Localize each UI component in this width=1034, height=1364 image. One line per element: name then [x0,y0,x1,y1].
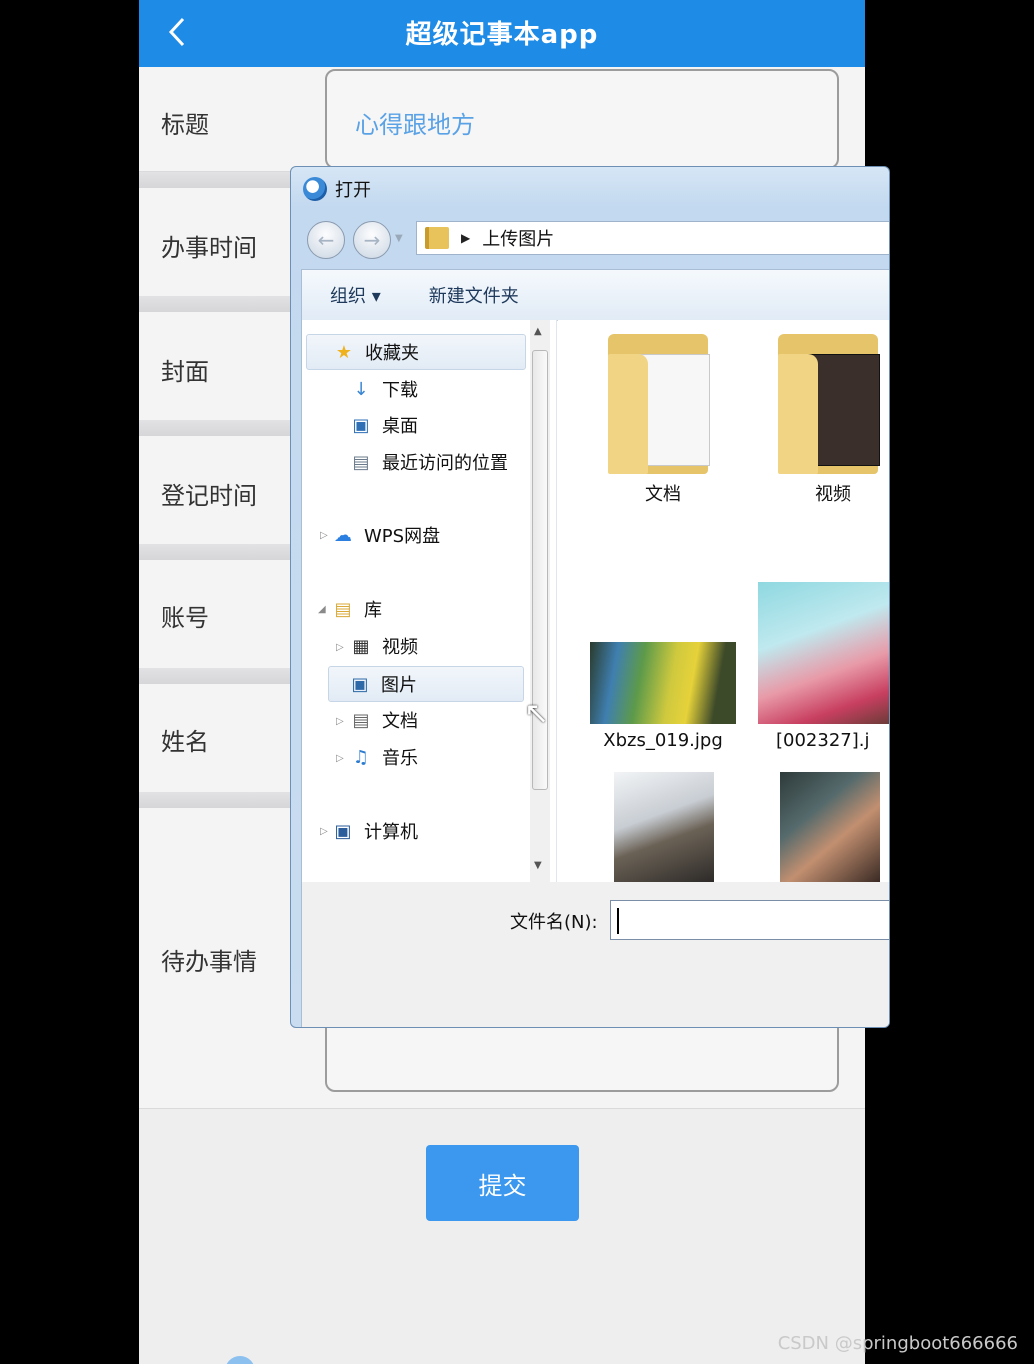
history-dropdown-icon[interactable]: ▼ [395,233,403,244]
arrow-right-icon: → [363,228,381,252]
computer-icon: ▣ [334,820,352,842]
nav-documents[interactable]: ▤ 文档 [350,703,418,737]
file-item-image[interactable]: [002327].j [758,582,889,751]
nav-library-label: 库 [364,600,382,621]
dialog-app-icon [303,177,327,201]
address-bar[interactable]: ▶ 上传图片 [416,221,889,255]
nav-wps-label: WPS网盘 [364,526,441,547]
file-item-folder[interactable]: 文档 [598,334,728,506]
breadcrumb-arrow-icon[interactable]: ▶ [461,231,470,245]
text-caret [617,908,619,934]
folder-icon [425,227,449,249]
expand-icon[interactable]: ▷ [320,530,328,541]
nav-videos[interactable]: ▦ 视频 [350,629,418,663]
filename-input[interactable] [610,900,889,940]
expand-icon[interactable]: ▷ [336,753,344,764]
title-row: 标题 心得跟地方 [139,67,865,172]
library-icon: ▤ [334,598,352,620]
nav-desktop[interactable]: ▣ 桌面 [350,408,418,442]
title-label: 标题 [161,111,209,139]
nav-videos-label: 视频 [382,637,418,658]
nav-pictures[interactable]: ▣ 图片 [328,666,524,702]
time-label: 办事时间 [161,234,257,262]
image-thumbnail [590,642,736,724]
film-icon: ▦ [352,635,370,657]
mouse-cursor-icon: ↖ [524,696,550,731]
nav-pictures-label: 图片 [381,675,417,696]
name-label: 姓名 [161,728,209,756]
dialog-content: 组织 ▾ 新建文件夹 ◢ ★ 收藏夹 ↓ 下载 ▣ 桌面 ▤ 最近访问的位置 ▷ [301,269,889,1027]
image-thumbnail [758,582,889,724]
file-list: 文档 视频 Xbzs_019.jpg [002327].j [558,320,889,882]
navigation-pane: ◢ ★ 收藏夹 ↓ 下载 ▣ 桌面 ▤ 最近访问的位置 ▷ ☁ WPS网盘 [302,320,557,882]
account-label: 账号 [161,604,209,632]
cloud-icon: ☁ [334,524,352,546]
dialog-toolbar: 组织 ▾ 新建文件夹 [302,270,889,321]
watermark: CSDN @springboot666666 [777,1333,1018,1354]
desktop-icon: ▣ [352,414,370,436]
nav-music[interactable]: ♫ 音乐 [350,740,418,774]
nav-library[interactable]: ▤ 库 [332,592,382,626]
organize-menu[interactable]: 组织 ▾ [330,282,381,308]
new-folder-button[interactable]: 新建文件夹 [429,282,519,308]
arrow-left-icon: ← [317,228,335,252]
floating-button[interactable] [225,1356,255,1364]
submit-button[interactable]: 提交 [426,1145,579,1221]
file-name: 文档 [645,484,681,505]
nav-recent-label: 最近访问的位置 [382,453,508,474]
expand-icon[interactable]: ▷ [336,716,344,727]
title-input[interactable]: 心得跟地方 [325,69,839,169]
recent-places-icon: ▤ [352,451,370,473]
nav-favorites[interactable]: ★ 收藏夹 [306,334,526,370]
music-note-icon: ♫ [352,746,370,768]
nav-music-label: 音乐 [382,748,418,769]
file-item-image[interactable]: Xbzs_019.jpg [588,642,738,751]
document-icon: ▤ [352,709,370,731]
download-folder-icon: ↓ [353,378,369,400]
expand-icon[interactable]: ▷ [336,642,344,653]
image-thumbnail[interactable] [780,772,880,882]
forward-nav-button[interactable]: → [353,221,391,259]
image-thumbnail[interactable] [614,772,714,882]
nav-recent[interactable]: ▤ 最近访问的位置 [350,445,508,479]
file-item-folder[interactable]: 视频 [768,334,889,506]
folder-videos-icon [778,334,888,474]
folder-documents-icon [608,334,718,474]
star-icon: ★ [335,341,353,363]
file-name: [002327].j [776,730,870,751]
file-name: 视频 [815,484,851,505]
scroll-down-icon[interactable]: ▼ [534,860,542,871]
back-nav-button[interactable]: ← [307,221,345,259]
nav-wps[interactable]: ☁ WPS网盘 [332,518,440,552]
file-open-dialog: 打开 ← → ▼ ▶ 上传图片 组织 ▾ 新建文件夹 ◢ ★ 收藏夹 ↓ 下载 … [290,166,890,1028]
filename-label: 文件名(N): [510,912,598,933]
register-label: 登记时间 [161,482,257,510]
todo-label: 待办事情 [161,948,257,976]
nav-computer-label: 计算机 [364,822,418,843]
dialog-titlebar: 打开 [303,176,371,202]
cover-label: 封面 [161,358,209,386]
dialog-title: 打开 [335,180,371,201]
title-input-value: 心得跟地方 [355,111,475,139]
app-header: 超级记事本app [139,0,865,67]
nav-computer[interactable]: ▣ 计算机 [332,814,418,848]
scroll-up-icon[interactable]: ▲ [534,326,542,337]
picture-icon: ▣ [351,673,369,695]
nav-favorites-label: 收藏夹 [365,343,419,364]
nav-downloads[interactable]: ↓ 下载 [350,372,418,406]
nav-documents-label: 文档 [382,711,418,732]
expand-icon[interactable]: ▷ [320,826,328,837]
nav-downloads-label: 下载 [382,380,418,401]
nav-scrollbar[interactable]: ▲ ▼ [530,320,550,882]
filename-area: 文件名(N): [302,882,889,1027]
nav-desktop-label: 桌面 [382,416,418,437]
collapse-icon[interactable]: ◢ [318,604,326,615]
breadcrumb-current[interactable]: 上传图片 [482,225,554,251]
page-title: 超级记事本app [405,20,599,50]
file-name: Xbzs_019.jpg [603,730,723,751]
